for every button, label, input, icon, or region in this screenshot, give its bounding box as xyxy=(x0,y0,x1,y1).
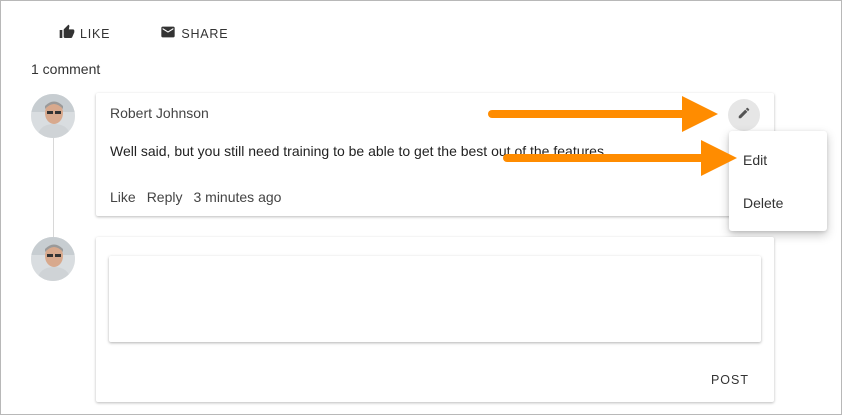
post-actions: LIKE SHARE xyxy=(59,24,228,43)
share-button[interactable]: SHARE xyxy=(160,24,228,43)
envelope-icon xyxy=(160,24,176,43)
reply-card: POST xyxy=(96,237,774,402)
like-button[interactable]: LIKE xyxy=(59,24,110,43)
comment-reply-link[interactable]: Reply xyxy=(147,189,183,205)
comment-count: 1 comment xyxy=(31,61,101,77)
arrow-to-edit-item xyxy=(503,140,737,176)
comment-author: Robert Johnson xyxy=(110,105,209,121)
avatar xyxy=(31,94,75,138)
pencil-icon xyxy=(737,106,751,125)
comment-like-link[interactable]: Like xyxy=(110,189,136,205)
comment-meta: Like Reply 3 minutes ago xyxy=(110,189,281,205)
thread-line xyxy=(53,138,54,238)
reply-input[interactable] xyxy=(109,256,761,342)
arrow-to-options-button xyxy=(488,96,718,132)
thumbs-up-icon xyxy=(59,24,75,43)
comment-options-button[interactable] xyxy=(728,99,760,131)
menu-item-delete[interactable]: Delete xyxy=(743,195,783,211)
share-label: SHARE xyxy=(181,26,229,41)
menu-item-edit[interactable]: Edit xyxy=(743,152,767,168)
comment-options-menu: Edit Delete xyxy=(729,131,827,231)
comment-timestamp: 3 minutes ago xyxy=(193,189,282,205)
avatar xyxy=(31,237,75,281)
post-button[interactable]: POST xyxy=(702,368,758,392)
like-label: LIKE xyxy=(80,26,111,41)
